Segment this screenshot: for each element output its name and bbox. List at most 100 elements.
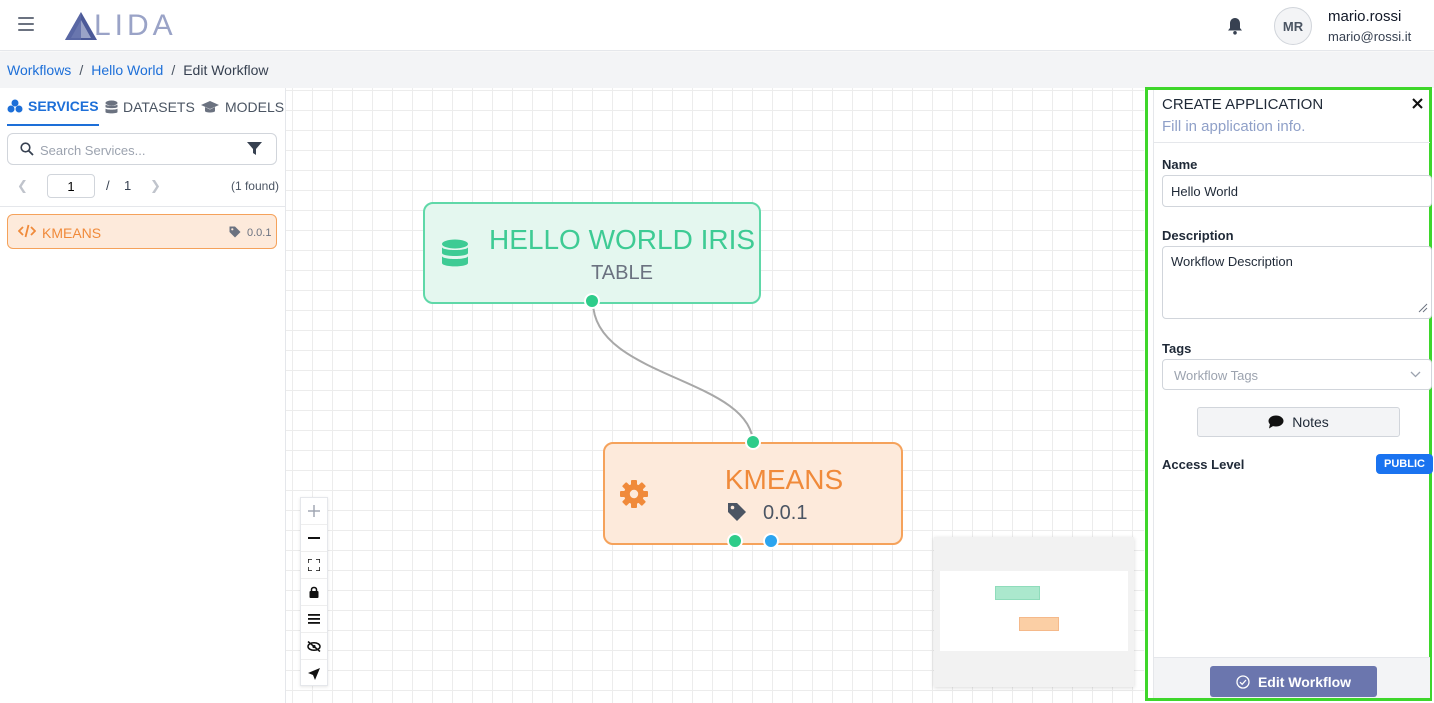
breadcrumb-workflows-link[interactable]: Workflows — [7, 62, 71, 78]
pagination: ❮ / 1 ❯ (1 found) — [7, 174, 279, 198]
edit-workflow-label: Edit Workflow — [1257, 673, 1352, 690]
minimap-node — [1019, 617, 1059, 631]
tags-label: Tags — [1162, 341, 1192, 356]
access-level-label: Access Level — [1162, 457, 1245, 472]
notes-button[interactable]: Notes — [1197, 407, 1400, 437]
divider — [1154, 142, 1430, 143]
breadcrumb-hello-world-link[interactable]: Hello World — [91, 62, 163, 78]
list-icon — [308, 614, 320, 624]
database-icon — [105, 100, 118, 113]
divider — [0, 206, 286, 207]
node-title: HELLO WORLD IRIS — [488, 224, 756, 255]
breadcrumb-separator: / — [79, 62, 84, 78]
graduation-cap-icon — [201, 101, 219, 113]
tab-services-label: SERVICES — [28, 98, 99, 114]
minus-icon — [308, 537, 320, 539]
node-title: KMEANS — [724, 464, 844, 495]
service-item-version: 0.0.1 — [247, 227, 272, 239]
minimap-viewport — [940, 571, 1128, 651]
panel-title: CREATE APPLICATION — [1162, 96, 1324, 113]
tag-icon — [229, 226, 241, 238]
minimap-node — [995, 586, 1040, 600]
eye-slash-icon — [307, 640, 321, 652]
top-bar: LIDA MR mario.rossi mario@rossi.it — [0, 0, 1434, 51]
bell-icon[interactable] — [1227, 17, 1243, 35]
description-field[interactable]: Workflow Description — [1162, 246, 1432, 319]
comment-icon — [1268, 415, 1284, 429]
search-input[interactable] — [40, 140, 240, 160]
node-hello-world-iris[interactable]: HELLO WORLD IRIS TABLE — [423, 202, 761, 309]
page-total: 1 — [124, 178, 132, 193]
results-count: (1 found) — [230, 179, 279, 193]
logo-text: LIDA — [94, 9, 177, 42]
edit-workflow-button[interactable]: Edit Workflow — [1210, 666, 1377, 697]
database-icon — [442, 239, 468, 267]
lock-button[interactable] — [301, 579, 327, 606]
tab-datasets[interactable]: DATASETS — [105, 88, 195, 126]
breadcrumb-separator: / — [171, 62, 176, 78]
gear-icon — [620, 480, 648, 508]
access-level-badge[interactable]: PUBLIC — [1376, 454, 1433, 474]
lock-icon — [309, 586, 319, 598]
user-email: mario@rossi.it — [1328, 29, 1412, 44]
name-label: Name — [1162, 157, 1198, 172]
page-separator: / — [106, 178, 110, 193]
workflow-canvas[interactable]: HELLO WORLD IRIS TABLE KMEANS 0.0.1 — [286, 88, 1144, 703]
next-page-chevron-icon[interactable]: ❯ — [150, 178, 161, 194]
panel-footer: Edit Workflow — [1154, 657, 1430, 698]
tab-models[interactable]: MODELS — [200, 88, 284, 126]
services-icon — [7, 99, 23, 113]
plus-icon — [308, 505, 320, 517]
breadcrumb-current: Edit Workflow — [183, 62, 269, 78]
canvas-controls — [300, 497, 328, 686]
menu-button[interactable] — [301, 606, 327, 633]
panel-body: CREATE APPLICATION Fill in application i… — [1153, 90, 1433, 698]
code-icon — [18, 224, 36, 238]
minimap[interactable] — [934, 537, 1134, 687]
sidebar-tabs: SERVICES DATASETS MODELS — [0, 88, 286, 128]
search-icon — [20, 142, 34, 156]
locate-button[interactable] — [301, 660, 327, 687]
avatar[interactable]: MR — [1274, 7, 1312, 45]
model-output-port[interactable] — [763, 533, 779, 549]
zoom-out-button[interactable] — [301, 525, 327, 552]
create-application-panel: CREATE APPLICATION Fill in application i… — [1145, 87, 1433, 701]
tab-datasets-label: DATASETS — [123, 99, 195, 115]
page-number-input[interactable] — [47, 174, 95, 198]
chevron-down-icon — [1410, 371, 1421, 378]
node-subtitle: TABLE — [591, 262, 653, 284]
tag-icon — [728, 503, 746, 521]
resize-handle-icon[interactable] — [1418, 303, 1428, 313]
prev-page-chevron-icon[interactable]: ❮ — [17, 178, 28, 194]
tags-select[interactable]: Workflow Tags — [1162, 359, 1432, 390]
output-port[interactable] — [584, 293, 600, 309]
workflow-edge[interactable] — [592, 301, 754, 445]
output-port[interactable] — [727, 533, 743, 549]
name-field[interactable] — [1162, 175, 1432, 207]
breadcrumb: Workflows / Hello World / Edit Workflow — [0, 52, 1434, 88]
node-kmeans[interactable]: KMEANS 0.0.1 — [603, 434, 903, 549]
search-box — [7, 133, 277, 165]
tab-models-label: MODELS — [225, 99, 285, 115]
user-name: mario.rossi — [1328, 8, 1402, 25]
toggle-visibility-button[interactable] — [301, 633, 327, 660]
check-circle-icon — [1236, 674, 1250, 689]
fit-view-icon — [308, 559, 320, 571]
sidebar: SERVICES DATASETS MODELS ❮ — [0, 88, 286, 703]
zoom-in-button[interactable] — [301, 498, 327, 525]
menu-icon[interactable] — [18, 17, 34, 31]
app-logo[interactable]: LIDA — [64, 9, 177, 42]
panel-subtitle: Fill in application info. — [1162, 118, 1306, 135]
filter-icon[interactable] — [247, 142, 262, 156]
tab-services[interactable]: SERVICES — [7, 88, 99, 126]
logo-mark-icon — [65, 12, 97, 40]
location-arrow-icon — [308, 667, 320, 680]
node-version: 0.0.1 — [763, 502, 808, 524]
fit-view-button[interactable] — [301, 552, 327, 579]
service-item-label: KMEANS — [42, 225, 102, 241]
close-icon[interactable] — [1412, 98, 1423, 109]
input-port[interactable] — [745, 434, 761, 450]
notes-button-label: Notes — [1292, 414, 1329, 430]
description-label: Description — [1162, 228, 1234, 243]
service-item-kmeans[interactable]: KMEANS 0.0.1 — [7, 214, 277, 249]
